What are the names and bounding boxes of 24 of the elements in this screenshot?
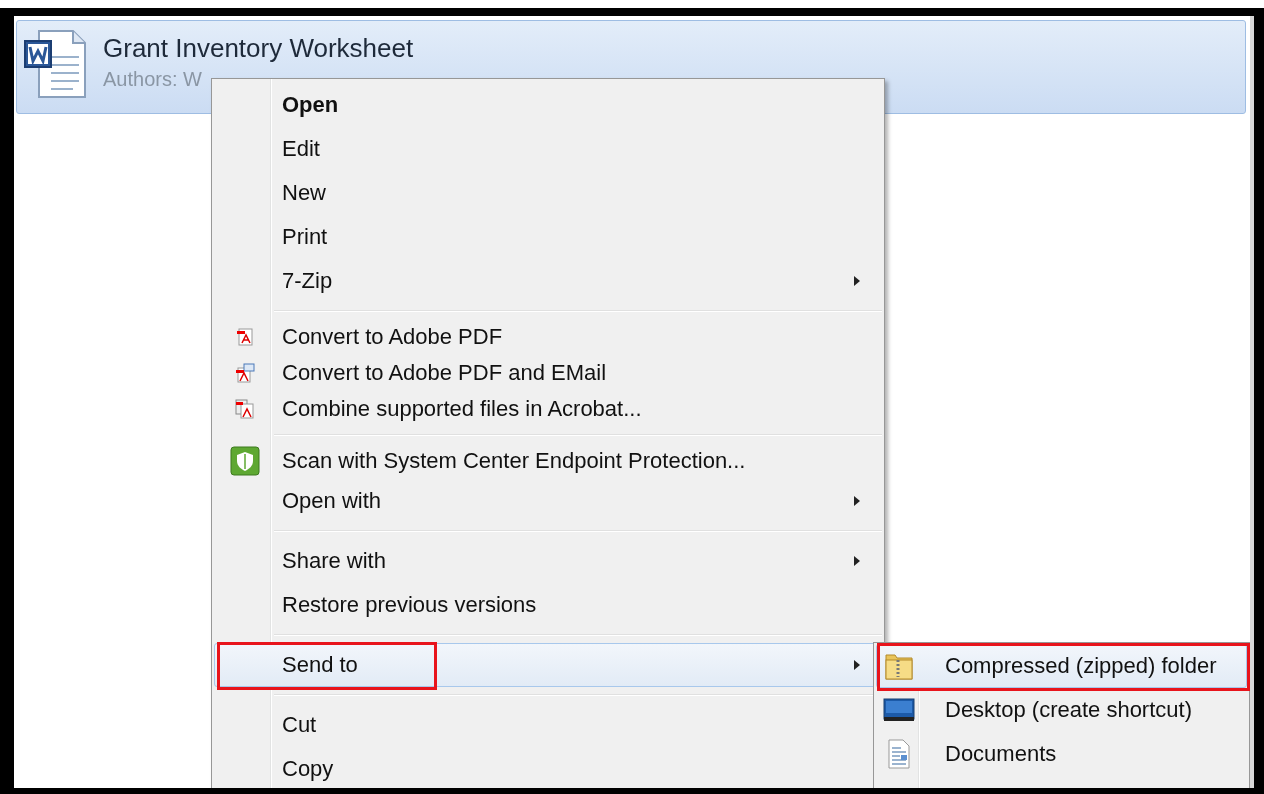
menu-item[interactable]: Share with: [214, 539, 882, 583]
menu-item[interactable]: Convert to Adobe PDF: [214, 319, 882, 355]
menu-item[interactable]: Restore previous versions: [214, 583, 882, 627]
pdf-email-icon: [235, 363, 255, 383]
shield-icon: [230, 446, 260, 476]
word-document-icon: [23, 27, 87, 99]
pdf-stack-icon: [235, 399, 255, 419]
desktop-icon: [883, 697, 915, 723]
menu-item[interactable]: Print: [214, 215, 882, 259]
menu-item[interactable]: New: [214, 171, 882, 215]
file-name: Grant Inventory Worksheet: [103, 33, 414, 64]
menu-item[interactable]: Compressed (zipped) folder: [876, 644, 1247, 688]
menu-item[interactable]: Open with: [214, 479, 882, 523]
menu-item[interactable]: Scan with System Center Endpoint Protection...: [214, 443, 882, 479]
zipped-folder-icon: [884, 651, 914, 681]
menu-item[interactable]: Edit: [214, 127, 882, 171]
menu-item[interactable]: Documents: [876, 732, 1247, 776]
pdf-document-icon: [236, 328, 254, 346]
document-icon: [887, 739, 911, 769]
menu-item[interactable]: Desktop (create shortcut): [876, 688, 1247, 732]
file-authors: Authors: W: [103, 68, 203, 91]
menu-item[interactable]: Convert to Adobe PDF and EMail: [214, 355, 882, 391]
menu-item[interactable]: 7-Zip: [214, 259, 882, 303]
menu-item[interactable]: Combine supported files in Acrobat...: [214, 391, 882, 427]
